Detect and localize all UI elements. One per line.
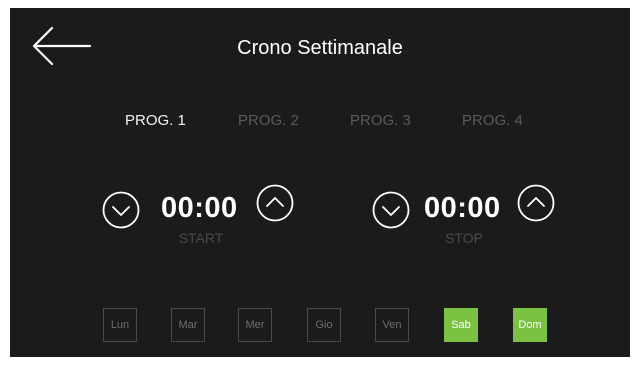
day-lun[interactable]: Lun [103,308,137,342]
day-sab[interactable]: Sab [444,308,478,342]
stop-increase-chevron-up-icon[interactable] [517,184,555,222]
page-title: Crono Settimanale [237,37,403,59]
day-ven[interactable]: Ven [375,308,409,342]
start-increase-chevron-up-icon[interactable] [256,184,294,222]
tab-prog-1[interactable]: PROG. 1 [125,112,186,129]
day-dom[interactable]: Dom [513,308,547,342]
start-time: 00:00 [161,192,238,224]
start-label: START [178,230,224,246]
tab-prog-4[interactable]: PROG. 4 [462,112,523,129]
tab-prog-2[interactable]: PROG. 2 [238,112,299,129]
stop-decrease-chevron-down-icon[interactable] [372,191,410,229]
stop-time: 00:00 [424,192,501,224]
tab-prog-3[interactable]: PROG. 3 [350,112,411,129]
day-mar[interactable]: Mar [171,308,205,342]
program-tabs: PROG. 1 PROG. 2 PROG. 3 PROG. 4 [10,112,630,136]
start-decrease-chevron-down-icon[interactable] [102,191,140,229]
day-gio[interactable]: Gio [307,308,341,342]
stop-label: STOP [445,230,483,246]
screen: Crono Settimanale PROG. 1 PROG. 2 PROG. … [10,8,630,357]
day-mer[interactable]: Mer [238,308,272,342]
